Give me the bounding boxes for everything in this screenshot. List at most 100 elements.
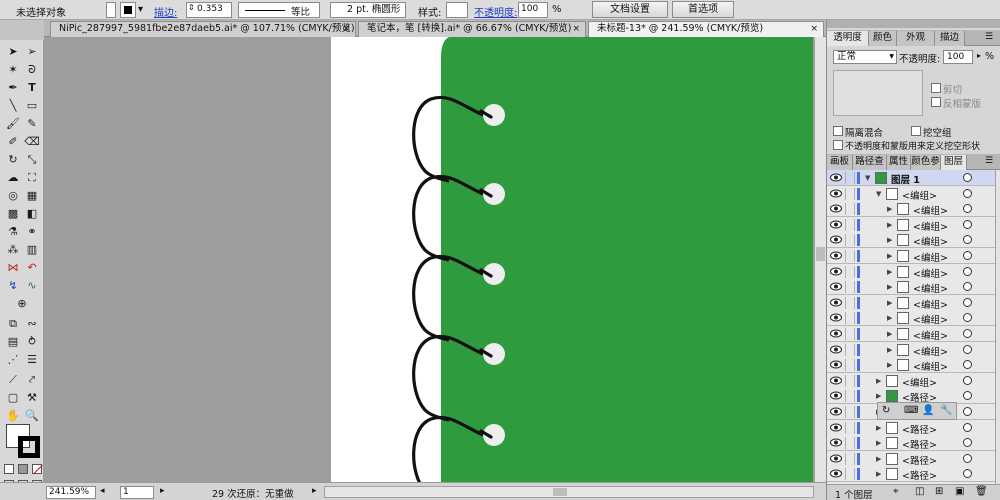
target-icon[interactable] <box>963 453 972 463</box>
target-icon[interactable] <box>963 188 972 198</box>
next-artboard-icon[interactable]: ▸ <box>160 486 165 496</box>
stroke-color-swatch[interactable] <box>18 436 40 458</box>
layer-row[interactable]: ▶ <编组> <box>827 201 995 218</box>
eye-icon[interactable] <box>830 251 842 260</box>
panel-menu-icon[interactable]: ☰ <box>985 32 993 42</box>
tab-color-guide[interactable]: 颜色参 <box>911 155 941 170</box>
slice-tool-icon[interactable]: ∾ <box>23 316 41 331</box>
tools-panel-header[interactable] <box>0 20 44 40</box>
lock-toggle[interactable] <box>845 359 855 372</box>
eyedrop-sample-icon[interactable]: ⤤ <box>23 372 41 387</box>
eye-icon[interactable] <box>830 298 842 307</box>
chevron-right-icon[interactable]: ▶ <box>887 283 892 291</box>
blob-brush-tool-icon[interactable]: ✐ <box>4 134 22 149</box>
eye-icon[interactable] <box>830 469 842 478</box>
gradient-mode-icon[interactable] <box>18 464 28 474</box>
make-clipping-mask-icon[interactable]: ◫ <box>915 486 924 497</box>
lock-toggle[interactable] <box>845 218 855 231</box>
tab-artboards[interactable]: 画板 <box>827 155 853 170</box>
chevron-right-icon[interactable]: ▼ <box>876 190 881 198</box>
lasso-tool-icon[interactable]: ᘐ <box>23 62 41 77</box>
pencil-tool-icon[interactable]: ✎ <box>23 116 41 131</box>
chevron-right-icon[interactable]: ▶ <box>887 361 892 369</box>
lock-toggle[interactable] <box>845 203 855 216</box>
layer-row[interactable]: ▶ <编组> <box>827 357 995 374</box>
paintbrush-tool-icon[interactable]: 🖌 <box>4 116 22 131</box>
eye-icon[interactable] <box>830 313 842 322</box>
chevron-right-icon[interactable]: ▶ <box>887 268 892 276</box>
tab-transparency[interactable]: 透明度 <box>827 31 869 46</box>
variable-width-profile[interactable]: 等比 <box>238 2 320 18</box>
blend-mode-select[interactable]: 正常 ▾ <box>833 50 897 64</box>
smooth-tool-icon[interactable]: ∿ <box>23 278 41 293</box>
tab-document-3[interactable]: 未标题-13* @ 241.59% (CMYK/预览) × <box>588 21 824 37</box>
lock-toggle[interactable] <box>845 250 855 262</box>
stepper-icon[interactable]: ⇕ <box>188 3 195 12</box>
eye-icon[interactable] <box>830 282 842 291</box>
scroll-thumb[interactable] <box>816 247 825 261</box>
lock-toggle[interactable] <box>845 328 855 340</box>
target-icon[interactable] <box>963 360 972 370</box>
target-icon[interactable] <box>963 329 972 338</box>
opacity-input[interactable]: 100 <box>518 2 548 18</box>
chevron-right-icon[interactable]: ▶ <box>876 424 881 432</box>
artboard-navigation-field[interactable]: 1 <box>120 486 154 499</box>
close-icon[interactable]: × <box>810 22 818 36</box>
type-tool-icon[interactable]: T <box>23 80 41 95</box>
style-swatch[interactable] <box>446 2 468 18</box>
chevron-right-icon[interactable]: ▶ <box>887 236 892 244</box>
chevron-right-icon[interactable]: ▶ <box>887 346 892 354</box>
layer-row[interactable]: ▶ <路径> <box>827 466 995 483</box>
target-icon[interactable] <box>963 422 972 432</box>
lock-toggle[interactable] <box>845 390 855 403</box>
warp-tool-icon[interactable]: ☁ <box>4 170 22 185</box>
layer-row[interactable]: ▶ <编组> <box>827 248 995 264</box>
eye-icon[interactable] <box>830 376 842 385</box>
chevron-down-icon[interactable]: ▾ <box>138 4 143 15</box>
layer-row[interactable]: ▼ <编组> <box>827 185 995 202</box>
knockout-group-checkbox[interactable] <box>911 126 921 136</box>
eye-icon[interactable] <box>830 423 842 432</box>
chevron-right-icon[interactable]: ▶ <box>876 455 881 463</box>
previous-artboard-icon[interactable]: ◂ <box>100 486 105 496</box>
fill-swatch[interactable] <box>106 2 116 18</box>
layer-row[interactable]: ▶ <编组> <box>827 326 995 342</box>
layer-row[interactable]: ▶ <编组> <box>827 341 995 358</box>
layer-row[interactable]: ▶ <编组> <box>827 232 995 249</box>
status-menu-icon[interactable]: ▸ <box>312 486 317 496</box>
lock-toggle[interactable] <box>845 312 855 325</box>
width-tool-icon[interactable]: ⋈ <box>4 260 22 275</box>
opacity-label[interactable]: 不透明度: <box>474 4 517 19</box>
eraser-tool-icon[interactable]: ⌫ <box>23 134 41 149</box>
isolate-blending-checkbox[interactable] <box>833 126 843 136</box>
direct-selection-tool-icon[interactable]: ➢ <box>23 44 41 59</box>
layer-row[interactable]: ▶ <路径> <box>827 450 995 467</box>
chevron-right-icon[interactable]: ▶ <box>876 392 881 400</box>
eye-icon[interactable] <box>830 329 842 338</box>
layer-row[interactable]: ▼ 图层 1 <box>827 170 995 186</box>
none-mode-icon[interactable] <box>32 464 43 475</box>
target-icon[interactable] <box>963 407 972 416</box>
stroke-label[interactable]: 描边: <box>154 4 177 19</box>
tab-layers[interactable]: 图层 <box>941 155 967 170</box>
symbol-sprayer-tool-icon[interactable]: ⁂ <box>4 242 22 257</box>
eye-icon[interactable] <box>830 438 842 447</box>
shape-builder-tool-icon[interactable]: ◎ <box>4 188 22 203</box>
tab-color[interactable]: 颜色 <box>869 31 897 46</box>
tab-stroke[interactable]: 描边 <box>935 31 965 46</box>
locate-object-icon[interactable]: ⌖ <box>893 486 899 497</box>
target-icon[interactable] <box>963 391 972 401</box>
layer-row[interactable]: ▶ <路径> <box>827 419 995 436</box>
measure-tool-icon[interactable]: ⟋ <box>4 372 22 387</box>
lock-toggle[interactable] <box>845 374 855 387</box>
horizontal-scrollbar[interactable] <box>324 486 814 498</box>
column-graph-tool-icon[interactable]: ▥ <box>23 242 41 257</box>
selection-tool-icon[interactable]: ➤ <box>4 44 22 59</box>
delete-layer-icon[interactable]: 🗑 <box>975 486 988 497</box>
free-transform-tool-icon[interactable]: ⛶ <box>23 170 41 185</box>
target-icon[interactable] <box>963 375 972 385</box>
target-icon[interactable] <box>963 219 972 229</box>
target-icon[interactable] <box>963 313 972 323</box>
target-tool-icon[interactable]: ⊕ <box>13 296 31 311</box>
rectangle-tool-icon[interactable]: ▭ <box>23 98 41 113</box>
